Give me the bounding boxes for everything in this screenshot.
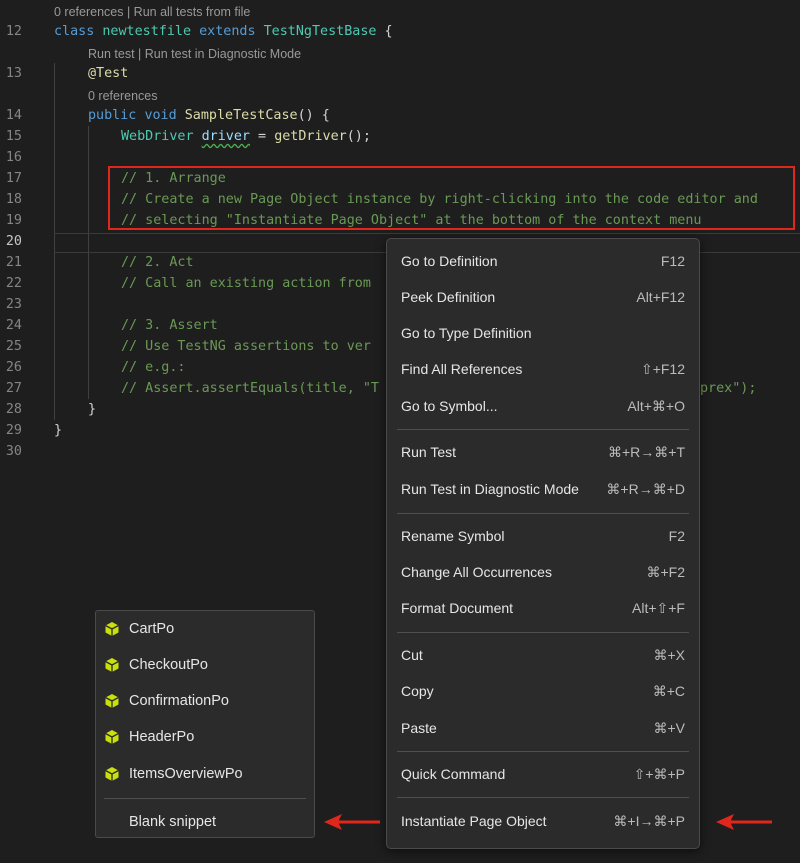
shortcut: ⇧+⌘+P <box>633 766 685 782</box>
menu-item-find-all-references[interactable]: Find All References ⇧+F12 <box>401 355 685 383</box>
menu-item-go-to-symbol[interactable]: Go to Symbol... Alt+⌘+O <box>401 392 685 420</box>
menu-item-format-document[interactable]: Format Document Alt+⇧+F <box>401 594 685 622</box>
shortcut: ⌘+R→⌘+D <box>606 481 685 497</box>
shortcut: Alt+⌘+O <box>627 398 685 414</box>
submenu-item-itemsoverviewpo[interactable]: ItemsOverviewPo <box>104 760 306 788</box>
submenu-item-cartpo[interactable]: CartPo <box>104 615 306 643</box>
code-line: 12 class newtestfile extends TestNgTestB… <box>0 21 800 42</box>
codelens-run-test[interactable]: Run test | Run test in Diagnostic Mode <box>88 44 301 65</box>
code-line: 13 @Test <box>0 63 800 84</box>
code-line: 16 <box>0 147 800 168</box>
menu-separator <box>397 632 689 633</box>
menu-item-change-all-occurrences[interactable]: Change All Occurrences ⌘+F2 <box>401 558 685 586</box>
line-number: 28 <box>5 402 22 417</box>
line-number: 21 <box>5 255 22 270</box>
menu-item-run-test-diagnostic[interactable]: Run Test in Diagnostic Mode ⌘+R→⌘+D <box>401 475 685 503</box>
code-text: public void SampleTestCase() { <box>88 108 330 123</box>
shortcut: ⌘+X <box>653 647 685 663</box>
line-number: 16 <box>5 150 22 165</box>
cube-icon <box>105 767 119 781</box>
shortcut: ⌘+I→⌘+P <box>613 813 685 829</box>
line-number: 23 <box>5 297 22 312</box>
shortcut: ⌘+F2 <box>646 564 685 580</box>
line-number: 27 <box>5 381 22 396</box>
shortcut: F2 <box>668 528 685 544</box>
line-number: 25 <box>5 339 22 354</box>
annotation-arrow-right-icon <box>716 814 772 830</box>
submenu-item-blank-snippet[interactable]: Blank snippet <box>104 808 306 836</box>
shortcut: Alt+⇧+F <box>632 600 685 616</box>
page-object-submenu: CartPo CheckoutPo ConfirmationPo HeaderP… <box>95 610 315 838</box>
submenu-item-checkoutpo[interactable]: CheckoutPo <box>104 651 306 679</box>
code-text: @Test <box>88 66 129 81</box>
line-number: 24 <box>5 318 22 333</box>
shortcut: Alt+F12 <box>636 289 685 305</box>
menu-item-rename-symbol[interactable]: Rename Symbol F2 <box>401 522 685 550</box>
code-comment: // 2. Act <box>121 255 194 270</box>
menu-item-paste[interactable]: Paste ⌘+V <box>401 714 685 742</box>
code-text: } <box>54 423 63 438</box>
line-number: 19 <box>5 213 22 228</box>
menu-item-go-to-type-definition[interactable]: Go to Type Definition <box>401 319 685 347</box>
menu-item-run-test[interactable]: Run Test ⌘+R→⌘+T <box>401 438 685 466</box>
shortcut: ⌘+V <box>653 720 685 736</box>
menu-item-instantiate-page-object[interactable]: Instantiate Page Object ⌘+I→⌘+P <box>401 807 685 835</box>
shortcut: ⇧+F12 <box>640 361 685 377</box>
codelens-class-references[interactable]: 0 references | Run all tests from file <box>54 2 250 23</box>
code-comment: // 3. Assert <box>121 318 218 333</box>
cube-icon <box>105 658 119 672</box>
menu-item-go-to-definition[interactable]: Go to Definition F12 <box>401 247 685 275</box>
shortcut: ⌘+C <box>652 683 685 699</box>
code-comment: // Call an existing action from <box>121 276 371 291</box>
code-text: WebDriver driver = getDriver(); <box>121 129 371 144</box>
line-number: 20 <box>5 234 22 249</box>
code-comment: // e.g.: <box>121 360 186 375</box>
code-line: 14 public void SampleTestCase() { <box>0 105 800 126</box>
shortcut: F12 <box>660 253 685 269</box>
menu-separator <box>397 751 689 752</box>
cube-icon <box>105 694 119 708</box>
menu-separator <box>397 429 689 430</box>
line-number: 29 <box>5 423 22 438</box>
submenu-item-confirmationpo[interactable]: ConfirmationPo <box>104 687 306 715</box>
menu-item-quick-command[interactable]: Quick Command ⇧+⌘+P <box>401 760 685 788</box>
submenu-separator <box>104 798 306 799</box>
annotation-arrow-left-icon <box>324 814 380 830</box>
line-number: 17 <box>5 171 22 186</box>
line-number: 14 <box>5 108 22 123</box>
menu-item-cut[interactable]: Cut ⌘+X <box>401 641 685 669</box>
line-number: 13 <box>5 66 22 81</box>
shortcut: ⌘+R→⌘+T <box>607 444 685 460</box>
code-text: } <box>88 402 97 417</box>
annotation-highlight-box <box>108 166 795 230</box>
line-number: 26 <box>5 360 22 375</box>
line-number: 18 <box>5 192 22 207</box>
line-number: 12 <box>5 24 22 39</box>
code-text: class newtestfile extends TestNgTestBase… <box>54 24 393 39</box>
line-number: 22 <box>5 276 22 291</box>
codelens-method-references[interactable]: 0 references <box>88 86 157 107</box>
code-comment: // Assert.assertEquals(title, "T <box>121 381 379 396</box>
submenu-item-headerpo[interactable]: HeaderPo <box>104 723 306 751</box>
context-menu: Go to Definition F12 Peek Definition Alt+F… <box>386 238 700 849</box>
line-number: 15 <box>5 129 22 144</box>
code-comment-tail: prex"); <box>700 381 757 396</box>
cube-icon <box>105 622 119 636</box>
menu-item-copy[interactable]: Copy ⌘+C <box>401 677 685 705</box>
code-line: 15 WebDriver driver = getDriver(); <box>0 126 800 147</box>
cube-icon <box>105 730 119 744</box>
line-number: 30 <box>5 444 22 459</box>
menu-separator <box>397 513 689 514</box>
menu-separator <box>397 797 689 798</box>
code-comment: // Use TestNG assertions to ver <box>121 339 371 354</box>
menu-item-peek-definition[interactable]: Peek Definition Alt+F12 <box>401 283 685 311</box>
